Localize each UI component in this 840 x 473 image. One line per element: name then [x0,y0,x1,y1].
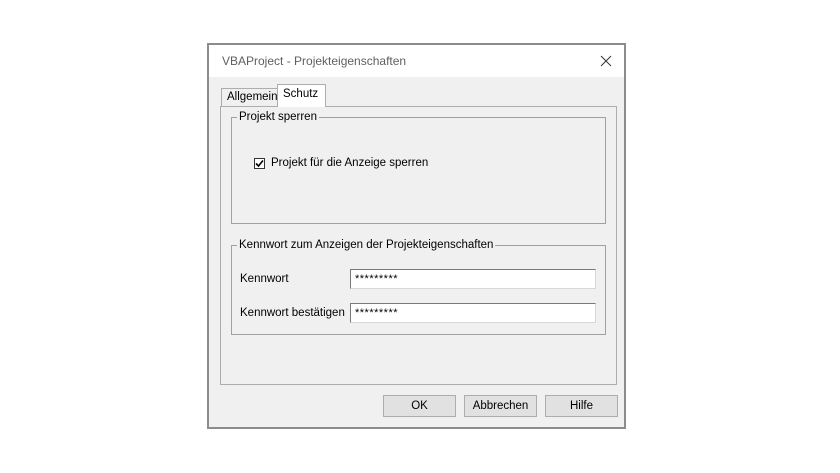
schutz-tab-panel: Projekt sperren Projekt für die Anzeige … [220,106,617,385]
password-input[interactable]: ********* [350,269,596,289]
tab-allgemein[interactable]: Allgemein [221,88,278,107]
tab-schutz[interactable]: Schutz [277,84,326,107]
help-button[interactable]: Hilfe [545,395,618,417]
window-title: VBAProject - Projekteigenschaften [222,54,407,68]
confirm-password-input[interactable]: ********* [350,303,596,323]
lock-for-viewing-label: Projekt für die Anzeige sperren [271,157,429,169]
tab-schutz-label: Schutz [283,88,319,100]
lock-for-viewing-checkbox-row[interactable]: Projekt für die Anzeige sperren [254,157,428,169]
tab-allgemein-label: Allgemein [227,91,278,103]
ok-button[interactable]: OK [383,395,456,417]
password-label: Kennwort [240,273,289,285]
cancel-button[interactable]: Abbrechen [464,395,537,417]
password-group: Kennwort zum Anzeigen der Projekteigensc… [231,239,606,335]
project-properties-dialog: VBAProject - Projekteigenschaften Allgem… [207,43,626,429]
lock-project-group: Projekt sperren Projekt für die Anzeige … [231,111,606,224]
close-icon [600,55,612,67]
confirm-password-label: Kennwort bestätigen [240,307,345,319]
checkmark-icon [255,159,264,167]
title-bar[interactable]: VBAProject - Projekteigenschaften [209,45,624,77]
close-button[interactable] [588,45,624,77]
lock-project-legend: Projekt sperren [239,111,317,123]
password-group-legend: Kennwort zum Anzeigen der Projekteigensc… [239,239,494,251]
screenshot-canvas: VBAProject - Projekteigenschaften Allgem… [0,0,840,473]
lock-for-viewing-checkbox[interactable] [254,157,265,169]
